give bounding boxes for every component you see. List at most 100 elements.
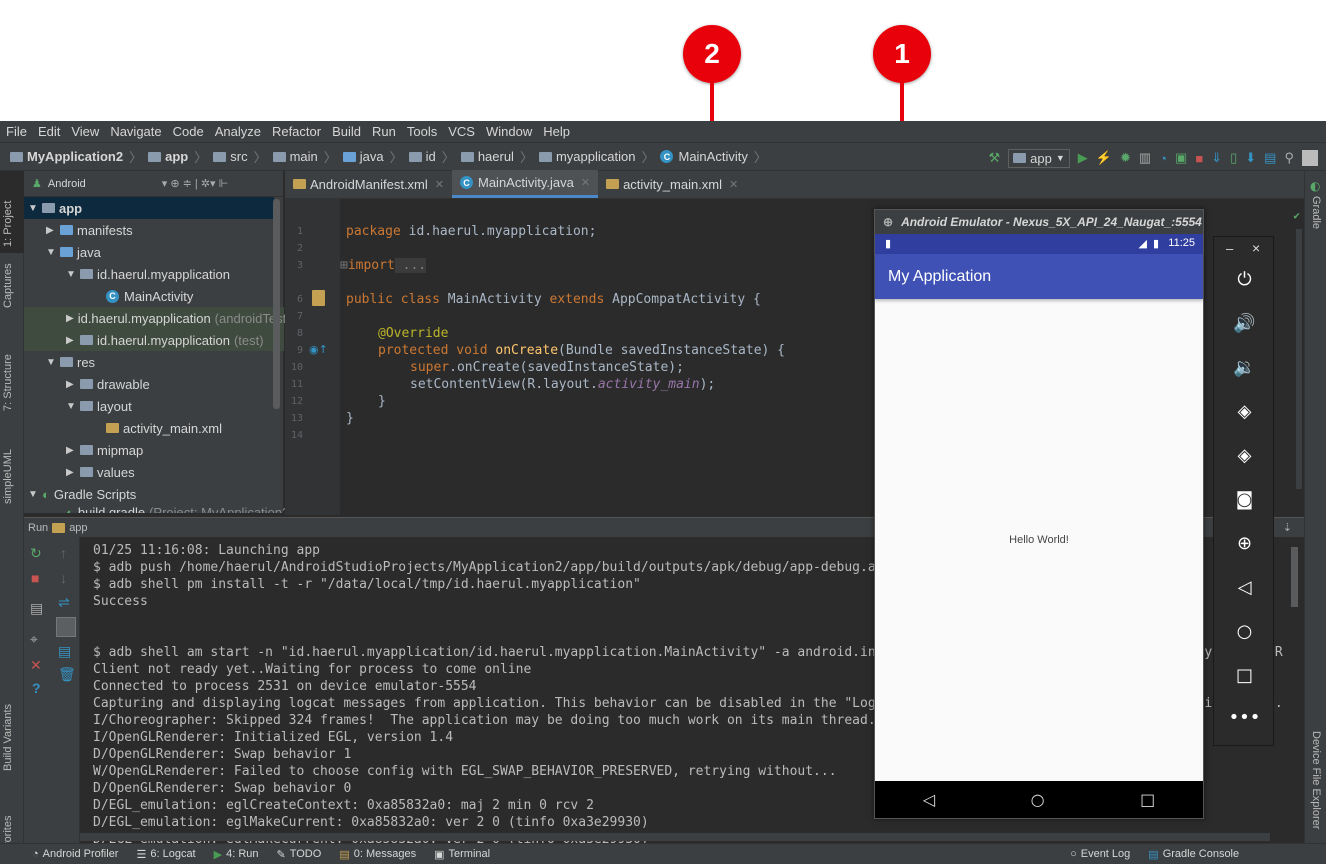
project-panel-actions[interactable]: ▾ ⊕ ≑ | ✲▾ ⊩ — [162, 177, 228, 190]
close-icon[interactable]: ✕ — [30, 657, 42, 674]
debug-icon[interactable]: ✹ — [1120, 150, 1131, 166]
menu-navigate[interactable]: Navigate — [110, 124, 161, 139]
tab-run[interactable]: ▶ 4: Run — [214, 848, 259, 861]
download-icon[interactable]: ⇣ — [1283, 521, 1292, 534]
tree-item[interactable]: ▶ drawable — [66, 373, 150, 395]
override-gutter-icon[interactable]: ◉↑ — [309, 343, 328, 356]
layout-icon[interactable]: ▤ — [30, 600, 43, 617]
tree-item[interactable]: ▶ id.haerul.myapplication (androidTest) — [24, 307, 291, 329]
overview-icon[interactable]: □ — [1214, 665, 1275, 686]
coverage-icon[interactable]: ▥ — [1139, 150, 1151, 166]
rotate-left-icon[interactable]: ◈ — [1214, 401, 1275, 422]
tab-device-file-explorer[interactable]: Device File Explorer — [1310, 731, 1322, 829]
menu-tools[interactable]: Tools — [407, 124, 437, 139]
scroll-to-end-icon[interactable] — [56, 617, 76, 637]
tree-item[interactable]: ▶ mipmap — [66, 439, 143, 461]
crumb-myapplication[interactable]: myapplication 〉 — [538, 147, 654, 166]
down-arrow-icon[interactable]: ↓ — [60, 570, 67, 586]
tab-event-log[interactable]: ○ Event Log — [1070, 848, 1130, 860]
more-icon[interactable]: ••• — [1214, 707, 1275, 728]
project-view-select[interactable]: Android — [48, 178, 86, 190]
home-icon[interactable]: ○ — [1031, 790, 1045, 809]
back-icon[interactable]: ◁ — [1214, 577, 1275, 598]
camera-icon[interactable]: ◙ — [1214, 489, 1275, 510]
tab-simpleuml[interactable]: simpleUML — [2, 449, 14, 504]
tab-activity-main[interactable]: activity_main.xml ✕ — [598, 170, 746, 198]
profile-icon[interactable]: ◔ — [1159, 151, 1167, 166]
search-icon[interactable]: ⚲ — [1284, 150, 1294, 166]
recents-icon[interactable]: □ — [1140, 790, 1155, 809]
tree-item[interactable]: ▼ id.haerul.myapplication — [66, 263, 230, 285]
crumb-main[interactable]: main 〉 — [272, 147, 337, 166]
close-icon[interactable]: ✕ — [581, 176, 590, 189]
avd-manager-icon[interactable]: ▯ — [1230, 150, 1237, 166]
stop-icon[interactable]: ■ — [31, 570, 39, 586]
crumb-mainactivity[interactable]: C MainActivity 〉 — [660, 147, 767, 166]
tab-gradle-console[interactable]: ▤ Gradle Console — [1148, 848, 1239, 861]
volume-down-icon[interactable]: 🔉 — [1214, 357, 1275, 378]
rotate-right-icon[interactable]: ◈ — [1214, 445, 1275, 466]
tree-scrollbar[interactable] — [273, 199, 280, 409]
tree-item[interactable]: ▶ id.haerul.myapplication (test) — [24, 329, 284, 351]
layout-inspector-icon[interactable]: ▤ — [1264, 150, 1276, 166]
run-icon[interactable]: ▶ — [1078, 150, 1088, 166]
tab-mainactivity[interactable]: C MainActivity.java ✕ — [452, 170, 599, 198]
avatar[interactable] — [1302, 150, 1318, 166]
attach-debugger-icon[interactable]: ▣ — [1175, 150, 1187, 166]
tree-item[interactable]: ◐ build.gradle (Project: MyApplication2) — [66, 505, 294, 513]
minimize-button[interactable]: – — [1226, 241, 1233, 256]
tree-item[interactable]: ▶ manifests — [46, 219, 133, 241]
soft-wrap-icon[interactable]: ⇌ — [58, 594, 70, 611]
tab-gradle[interactable]: Gradle — [1310, 196, 1322, 229]
crumb-project[interactable]: MyApplication2 〉 — [10, 147, 142, 166]
menu-analyze[interactable]: Analyze — [215, 124, 261, 139]
print-icon[interactable]: ▤ — [58, 643, 71, 660]
menu-help[interactable]: Help — [543, 124, 570, 139]
tree-item[interactable]: ▼ ◐ Gradle Scripts — [28, 483, 136, 505]
power-icon[interactable]: ⏻ — [1214, 269, 1275, 290]
menu-view[interactable]: View — [71, 124, 99, 139]
tree-item[interactable]: ▼ layout — [66, 395, 132, 417]
stop-icon[interactable]: ■ — [1195, 151, 1203, 166]
tree-item[interactable]: ▼ res — [46, 351, 95, 373]
zoom-icon[interactable]: ⊕ — [1214, 533, 1275, 554]
volume-up-icon[interactable]: 🔊 — [1214, 313, 1275, 334]
menu-window[interactable]: Window — [486, 124, 532, 139]
menu-build[interactable]: Build — [332, 124, 361, 139]
crumb-java[interactable]: java 〉 — [342, 147, 403, 166]
menu-refactor[interactable]: Refactor — [272, 124, 321, 139]
layout-gutter-icon[interactable] — [312, 290, 325, 306]
emulator-title-bar[interactable]: ⊕ Android Emulator - Nexus_5X_API_24_Nau… — [875, 210, 1203, 234]
menu-code[interactable]: Code — [173, 124, 204, 139]
home-icon[interactable]: ○ — [1214, 621, 1275, 642]
back-icon[interactable]: ◁ — [923, 790, 935, 809]
add-icon[interactable]: ⊕ — [883, 215, 893, 229]
help-icon[interactable]: ? — [32, 680, 41, 696]
close-icon[interactable]: ✕ — [729, 178, 738, 191]
tab-logcat[interactable]: ☰ 6: Logcat — [136, 848, 195, 861]
crumb-id[interactable]: id 〉 — [408, 147, 455, 166]
crumb-src[interactable]: src 〉 — [213, 147, 267, 166]
tab-structure[interactable]: 7: Structure — [2, 354, 14, 411]
tree-item[interactable]: ▼ java — [46, 241, 101, 263]
menu-file[interactable]: File — [6, 124, 27, 139]
tab-captures[interactable]: Captures — [2, 263, 14, 308]
close-icon[interactable]: ✕ — [435, 178, 444, 191]
tab-build-variants[interactable]: Build Variants — [2, 704, 14, 771]
apply-changes-icon[interactable]: ⚡ — [1096, 150, 1112, 166]
pin-icon[interactable]: ⌖ — [30, 631, 38, 648]
tab-android-profiler[interactable]: ◔ Android Profiler — [32, 848, 118, 860]
tab-androidmanifest[interactable]: AndroidManifest.xml ✕ — [285, 170, 452, 198]
build-hammer-icon[interactable]: ⚒ — [989, 150, 1001, 166]
menu-edit[interactable]: Edit — [38, 124, 60, 139]
close-button[interactable]: × — [1252, 240, 1260, 256]
tab-todo[interactable]: ✎ TODO — [277, 848, 322, 861]
console-hscrollbar[interactable] — [80, 833, 1270, 841]
editor-scrollbar[interactable] — [1296, 229, 1302, 489]
crumb-haerul[interactable]: haerul 〉 — [460, 147, 533, 166]
tree-item[interactable]: activity_main.xml — [106, 417, 222, 439]
tree-item[interactable]: ▼ app — [24, 197, 274, 219]
run-config-select[interactable]: app ▼ — [1008, 148, 1070, 168]
menu-run[interactable]: Run — [372, 124, 396, 139]
rerun-icon[interactable]: ↻ — [30, 545, 42, 562]
